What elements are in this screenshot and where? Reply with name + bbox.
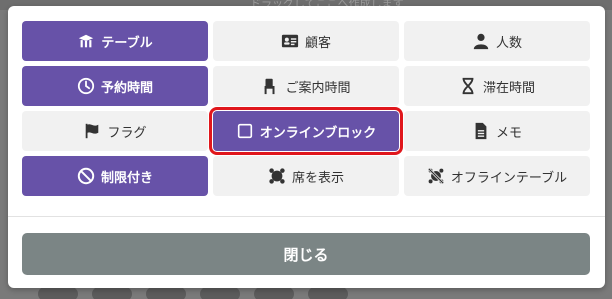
toggle-label: 顧客 — [304, 35, 331, 51]
toggle-seating-time-button[interactable]: ご案内時間 — [213, 66, 399, 106]
dialog-divider — [8, 216, 605, 217]
background-chip — [254, 287, 294, 299]
background-chip — [92, 287, 132, 299]
background-chip — [38, 287, 78, 299]
toggle-label: メモ — [495, 125, 522, 141]
toggle-label: フラグ — [107, 125, 147, 141]
hourglass-icon — [459, 77, 477, 95]
toggle-label: テーブル — [101, 35, 153, 51]
toggle-label: 制限付き — [100, 170, 153, 186]
toggle-label: 滞在時間 — [482, 80, 535, 96]
toggle-offline-table-button[interactable]: オフラインテーブル — [404, 156, 590, 196]
toggle-memo-button[interactable]: メモ — [404, 111, 590, 151]
display-settings-dialog: テーブル 顧客 人数 予約時間 ご案内時間 滞在時間 フラグ オンラインブロック… — [8, 6, 605, 288]
toggle-flag-button[interactable]: フラグ — [22, 111, 208, 151]
flag-icon — [83, 122, 101, 140]
toggle-stay-time-button[interactable]: 滞在時間 — [404, 66, 590, 106]
seat-icon — [268, 167, 286, 185]
toggle-customer-button[interactable]: 顧客 — [213, 21, 399, 61]
clock-icon — [77, 77, 95, 95]
background-chip — [308, 287, 348, 299]
person-icon — [472, 32, 490, 50]
toggle-reservation-time-button[interactable]: 予約時間 — [22, 66, 208, 106]
toggle-grid: テーブル 顧客 人数 予約時間 ご案内時間 滞在時間 フラグ オンラインブロック… — [22, 21, 590, 196]
toggle-label: 予約時間 — [100, 80, 153, 96]
background-chip — [200, 287, 240, 299]
chair-icon — [261, 77, 279, 95]
toggle-table-button[interactable]: テーブル — [22, 21, 208, 61]
id-card-icon — [281, 32, 299, 50]
toggle-online-block-button[interactable]: オンラインブロック — [209, 107, 403, 155]
file-icon — [472, 122, 490, 140]
offline-table-icon — [427, 167, 445, 185]
checkbox-icon — [236, 122, 254, 140]
toggle-label: ご案内時間 — [285, 80, 351, 96]
background-chip — [146, 287, 186, 299]
ban-icon — [77, 167, 95, 185]
toggle-label: オフラインテーブル — [450, 170, 568, 186]
toggle-show-seats-button[interactable]: 席を表示 — [213, 156, 399, 196]
toggle-restricted-button[interactable]: 制限付き — [22, 156, 208, 196]
toggle-label: 人数 — [495, 35, 522, 51]
close-button[interactable]: 閉じる — [22, 233, 590, 275]
toggle-label: オンラインブロック — [259, 125, 377, 141]
table-icon — [77, 32, 95, 50]
toggle-party-size-button[interactable]: 人数 — [404, 21, 590, 61]
toggle-label: 席を表示 — [291, 170, 344, 186]
